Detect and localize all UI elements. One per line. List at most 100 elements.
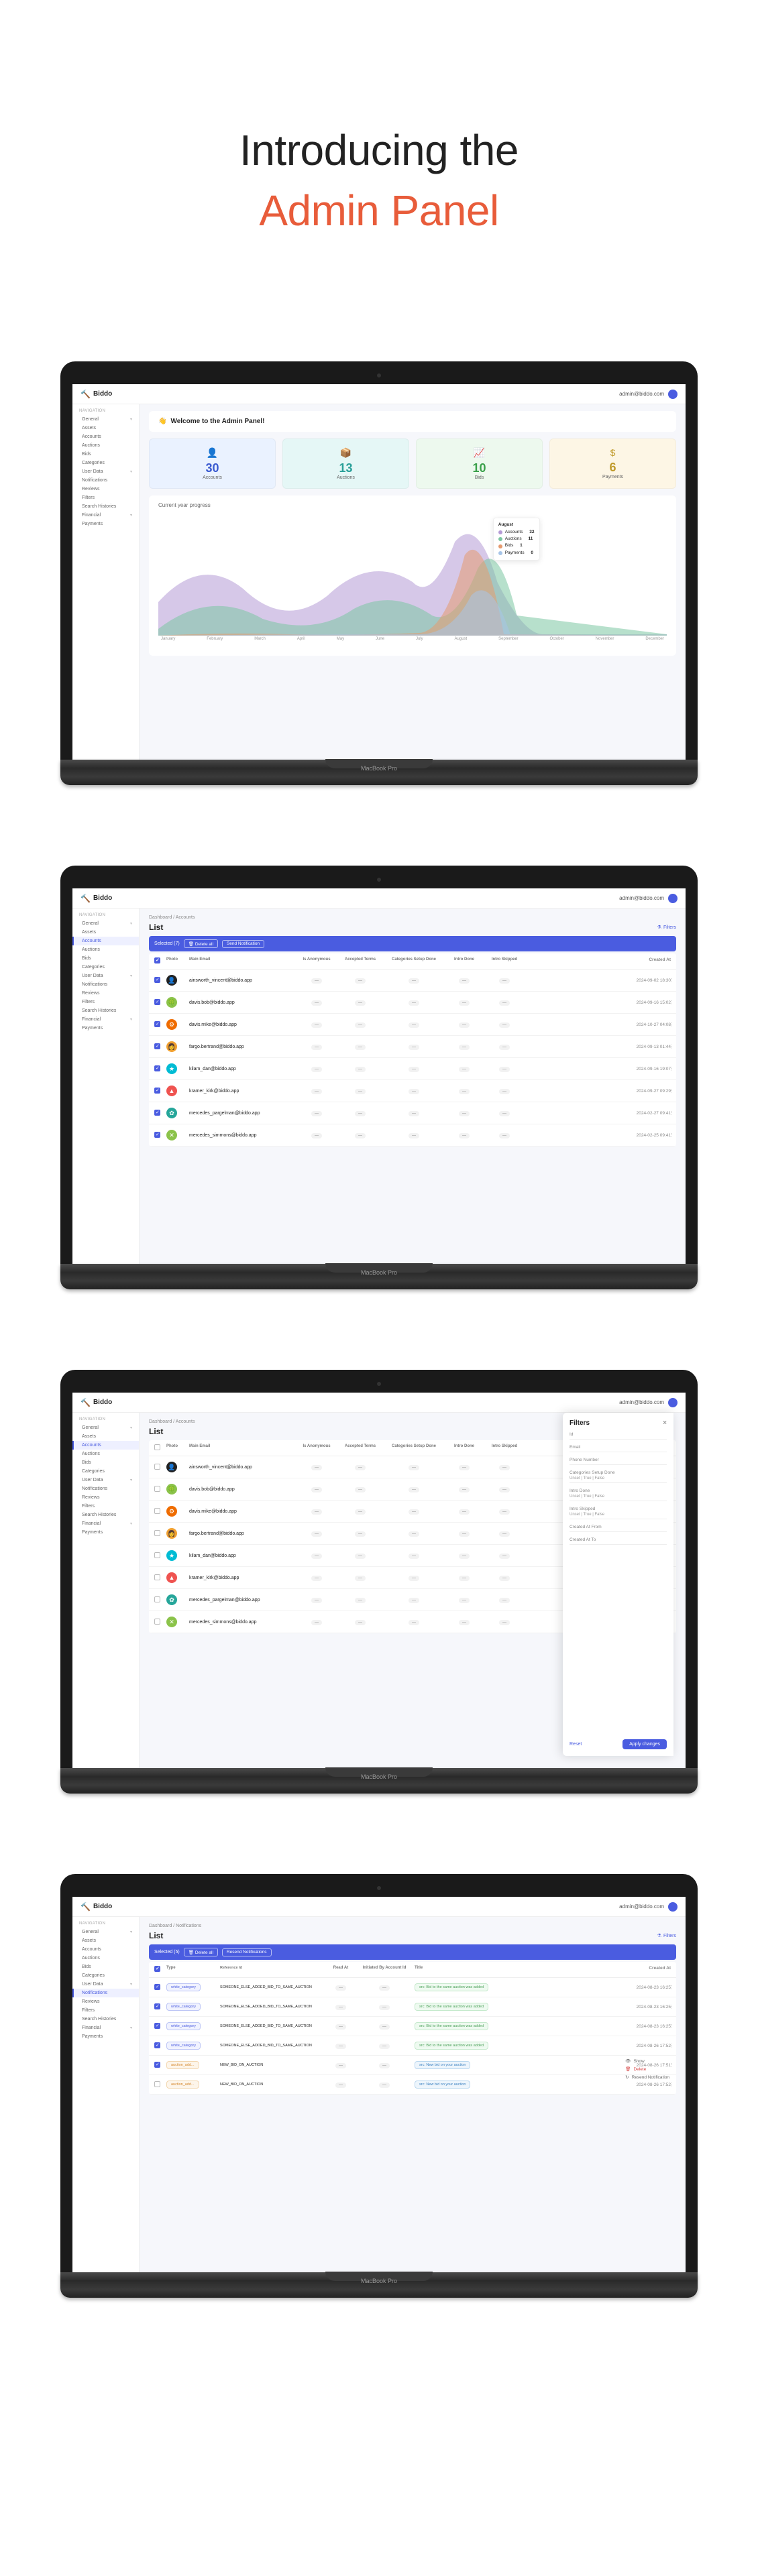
sidebar-item-accounts[interactable]: Accounts [72, 937, 139, 945]
row-menu-trigger[interactable]: ⋮ [669, 1044, 673, 1049]
wave-icon: 👋 [158, 418, 166, 425]
send-notification-button[interactable]: Send Notification [222, 940, 264, 948]
sidebar-item-accounts[interactable]: Accounts [72, 432, 139, 441]
table-row[interactable]: ▲kramer_kirk@biddo.app—————2024-09-27 09… [149, 1080, 676, 1102]
row-menu-trigger[interactable]: ⋮ [669, 2082, 673, 2087]
delete-action[interactable]: 🗑 Delete [625, 2066, 669, 2074]
row-checkbox[interactable] [154, 1088, 160, 1094]
sidebar-item-notifications[interactable]: Notifications [72, 476, 139, 485]
row-checkbox[interactable] [154, 1132, 160, 1138]
row-email: mercedes_simmons@biddo.app [189, 1133, 296, 1138]
sidebar-group-general[interactable]: General▾ [72, 415, 139, 424]
reset-button[interactable]: Reset [570, 1742, 582, 1747]
table-row[interactable]: 👤ainsworth_vincent@biddo.app—————2024-09… [149, 970, 676, 992]
table-row[interactable]: white_categorySOMEONE_ELSE_ADDED_BID_TO_… [149, 2036, 676, 2056]
sidebar-item-notifications[interactable]: Notifications [72, 1989, 139, 1997]
sidebar-item-payments[interactable]: Payments [72, 520, 139, 528]
filter-icon: ⚗ [657, 925, 661, 930]
chart-tooltip: August Accounts 32 Auctions 11 Bids 1 Pa… [493, 518, 540, 561]
row-menu-trigger[interactable]: ⋮ [669, 1066, 673, 1071]
table-row[interactable]: 👩fargo.bertrand@biddo.app—————2024-09-13… [149, 1036, 676, 1058]
row-menu-trigger[interactable]: ⋮ [669, 1110, 673, 1116]
show-action[interactable]: 👁 Show [625, 2058, 669, 2066]
table-row[interactable]: white_categorySOMEONE_ELSE_ADDED_BID_TO_… [149, 2017, 676, 2036]
laptop-accounts: 🔨Biddoadmin@biddo.com NAVIGATION General… [60, 866, 698, 1289]
bulk-action-bar: Selected (7) 🗑 Delete all Send Notificat… [149, 936, 676, 951]
sidebar-item-auctions[interactable]: Auctions [72, 441, 139, 450]
stat-bids[interactable]: 📈10Bids [416, 438, 543, 489]
heading-line1: Introducing the [239, 126, 519, 174]
table-row[interactable]: white_categorySOMEONE_ELSE_ADDED_BID_TO_… [149, 1978, 676, 1997]
table-row[interactable]: auction_add...NEW_BID_ON_AUCTION——src: N… [149, 2056, 676, 2075]
filter-field[interactable]: Id [570, 1432, 667, 1440]
row-menu-trigger[interactable]: ⋮ [669, 1132, 673, 1138]
table-row[interactable]: ⚙davis.mike@biddo.app—————2024-10-27 04:… [149, 1014, 676, 1036]
sidebar-group-financial[interactable]: Financial▾ [72, 511, 139, 520]
camera-dot [377, 373, 381, 377]
row-email: fargo.bertrand@biddo.app [189, 1045, 296, 1049]
sidebar-item-searchhistories[interactable]: Search Histories [72, 502, 139, 511]
sidebar-item-assets[interactable]: Assets [72, 424, 139, 432]
row-checkbox[interactable] [154, 977, 160, 983]
stat-accounts[interactable]: 👤30Accounts [149, 438, 276, 489]
avatar-icon: 👤 [166, 975, 177, 986]
welcome-card: 👋Welcome to the Admin Panel! [149, 411, 676, 432]
close-icon[interactable]: × [663, 1419, 667, 1427]
avatar-icon: ▲ [166, 1086, 177, 1096]
resend-button[interactable]: Resend Notifications [222, 1948, 272, 1956]
progress-chart [158, 515, 667, 636]
sidebar-item-reviews[interactable]: Reviews [72, 485, 139, 493]
heading-line2: Admin Panel [259, 186, 498, 235]
select-all-checkbox[interactable] [154, 957, 160, 963]
table-row[interactable]: ✕mercedes_simmons@biddo.app—————2024-02-… [149, 1124, 676, 1147]
row-menu-trigger[interactable]: ⋮ [669, 1985, 673, 1990]
delete-all-button[interactable]: 🗑 Delete all [184, 939, 218, 948]
sidebar-item-categories[interactable]: Categories [72, 459, 139, 467]
row-menu-trigger[interactable]: ⋮ [669, 978, 673, 983]
delete-all-button[interactable]: 🗑 Delete all [184, 1948, 218, 1956]
row-checkbox[interactable] [154, 1065, 160, 1071]
stat-payments[interactable]: $6Payments [549, 438, 676, 489]
table-row[interactable]: white_categorySOMEONE_ELSE_ADDED_BID_TO_… [149, 1997, 676, 2017]
avatar-icon: ✕ [166, 1130, 177, 1140]
package-icon: 📦 [291, 447, 400, 459]
brand-logo[interactable]: 🔨Biddo [80, 390, 112, 399]
filters-button[interactable]: ⚗Filters [657, 1933, 676, 1938]
row-menu-trigger[interactable]: ⋮ [669, 1000, 673, 1005]
person-icon: 👤 [158, 447, 267, 459]
row-menu-trigger[interactable]: ⋮ [669, 1022, 673, 1027]
laptop-notifications: 🔨Biddoadmin@biddo.com NAVIGATION General… [60, 1874, 698, 2298]
user-chip[interactable]: admin@biddo.com [619, 390, 678, 399]
sidebar-item-bids[interactable]: Bids [72, 450, 139, 459]
avatar-icon [668, 390, 678, 399]
laptop-filters: 🔨Biddoadmin@biddo.com NAVIGATION General… [60, 1370, 698, 1794]
stat-auctions[interactable]: 📦13Auctions [282, 438, 409, 489]
apply-button[interactable]: Apply changes [622, 1739, 667, 1749]
row-menu-trigger[interactable]: ⋮ [669, 2062, 673, 2068]
sidebar-group-userdata[interactable]: User Data▾ [72, 467, 139, 476]
table-row[interactable]: ✿mercedes_pargelman@biddo.app—————2024-0… [149, 1102, 676, 1124]
row-email: ainsworth_vincent@biddo.app [189, 978, 296, 983]
table-header: Photo Main Email Is Anonymous Accepted T… [149, 953, 676, 970]
resend-action[interactable]: ↻ Resend Notification [625, 2074, 669, 2082]
row-checkbox[interactable] [154, 1043, 160, 1049]
laptop-dashboard: 🔨Biddo admin@biddo.com NAVIGATION Genera… [60, 361, 698, 785]
avatar-icon: 👩 [166, 1041, 177, 1052]
table-row[interactable]: ★kilam_dan@biddo.app—————2024-09-16 19:0… [149, 1058, 676, 1080]
row-menu-trigger[interactable]: ⋮ [669, 2043, 673, 2048]
row-email: kilam_dan@biddo.app [189, 1067, 296, 1071]
row-checkbox[interactable] [154, 1021, 160, 1027]
row-menu-trigger[interactable]: ⋮ [669, 2004, 673, 2009]
sidebar: NAVIGATION General▾ Assets Accounts Auct… [72, 384, 140, 760]
table-row[interactable]: auction_add...NEW_BID_ON_AUCTION——src: N… [149, 2075, 676, 2095]
chart-months: JanuaryFebruaryMarchAprilMayJuneJulyAugu… [158, 637, 667, 641]
row-checkbox[interactable] [154, 999, 160, 1005]
row-menu-trigger[interactable]: ⋮ [669, 1088, 673, 1094]
table-row[interactable]: 🍀davis.bob@biddo.app—————2024-09-16 15:0… [149, 992, 676, 1014]
sidebar-item-filters[interactable]: Filters [72, 493, 139, 502]
filters-drawer: Filters× Id Email Phone Number Categorie… [563, 1413, 673, 1756]
page-heading: Introducing the Admin Panel [54, 121, 704, 241]
row-checkbox[interactable] [154, 1110, 160, 1116]
row-menu-trigger[interactable]: ⋮ [669, 2024, 673, 2029]
filters-button[interactable]: ⚗Filters [657, 925, 676, 930]
